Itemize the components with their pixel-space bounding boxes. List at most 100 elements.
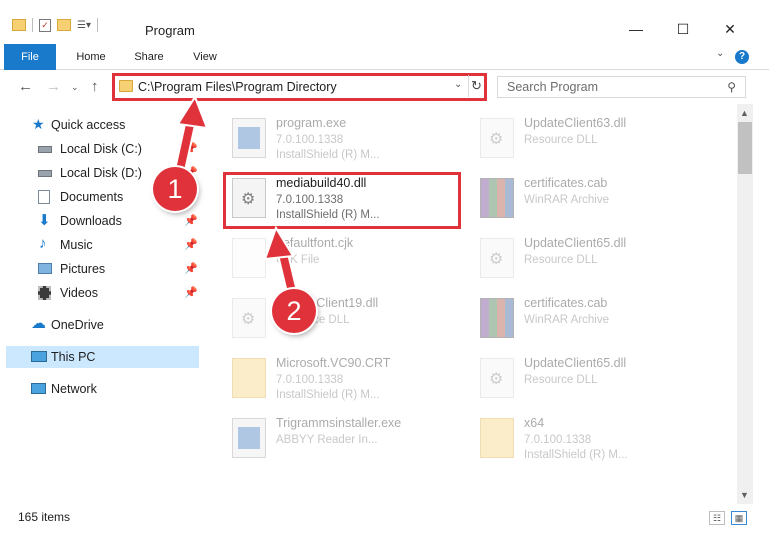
dll-file-icon [480,358,514,398]
file-tile[interactable]: defaultfont.cjk CJK File [226,234,476,290]
file-tile[interactable]: certificates.cab WinRAR Archive [474,294,724,350]
scroll-down-icon[interactable]: ▼ [740,490,749,500]
sidebar-item-label: Documents [60,190,124,204]
sidebar-item-onedrive[interactable]: ☁ OneDrive [0,314,200,336]
ribbon-tabs: File Home Share View ⌄ ? [0,44,769,70]
help-icon[interactable]: ? [735,50,749,64]
sidebar-item-local-disk-c[interactable]: Local Disk (C:) 📌 [0,138,200,160]
film-icon [38,286,51,300]
file-tile[interactable]: Trigrammsinstaller.exe ABBYY Reader In..… [226,414,476,470]
scrollbar-thumb[interactable] [738,122,752,174]
pictures-icon [38,263,52,274]
file-tile[interactable]: UpdateClient63.dll Resource DLL [474,114,724,170]
vertical-scrollbar[interactable]: ▲ ▼ [737,104,753,504]
cloud-icon: ☁ [31,315,46,332]
toolbar-divider [96,18,98,32]
sidebar-item-label: Music [60,238,93,252]
file-name: certificates.cab [524,176,608,190]
navigation-bar: ← → ⌄ ↑ C:\Program Files\Program Directo… [0,70,769,104]
folder-icon[interactable] [12,19,26,31]
quick-access-toolbar: ✓ ☰▾ [12,18,98,32]
file-detail: 7.0.100.1338 [276,134,344,146]
sidebar-item-label: Local Disk (C:) [60,142,142,156]
maximize-button[interactable]: ☐ [660,14,706,44]
tab-share[interactable]: Share [124,44,174,70]
navigation-pane: ★ Quick access Local Disk (C:) 📌 Local D… [0,104,200,504]
sidebar-item-label: Pictures [60,262,106,276]
sidebar-item-music[interactable]: ♪ Music 📌 [0,234,200,256]
sidebar-item-pictures[interactable]: Pictures 📌 [0,258,200,280]
new-folder-icon[interactable] [57,19,71,31]
music-note-icon: ♪ [39,235,47,252]
refresh-icon[interactable]: ↻ [468,75,484,97]
minimize-button[interactable]: — [613,14,659,44]
search-input[interactable] [498,77,718,97]
sidebar-item-network[interactable]: Network [0,378,200,400]
star-icon: ★ [32,116,45,132]
chevron-down-icon[interactable]: ⌄ [454,79,462,90]
file-tile[interactable]: Microsoft.VC90.CRT 7.0.100.1338 InstallS… [226,354,476,410]
exe-file-icon [232,418,266,458]
forward-arrow-icon[interactable]: → [46,78,61,95]
file-tile[interactable]: UpdateClient19.dll Resource DLL [226,294,476,350]
file-detail: ABBYY Reader In... [276,434,378,446]
dll-file-icon [480,238,514,278]
tab-file[interactable]: File [4,44,56,70]
sidebar-item-label: Downloads [60,214,122,228]
properties-icon[interactable]: ✓ [39,18,51,32]
search-box[interactable]: ⚲ [497,76,746,98]
address-bar[interactable]: C:\Program Files\Program Directory ⌄ ↻ [112,73,487,101]
file-tile[interactable]: UpdateClient65.dll Resource DLL [474,354,724,410]
step-2-badge: 2 [272,289,316,333]
file-name: program.exe [276,116,347,130]
large-icons-view-icon[interactable]: ▦ [731,511,747,525]
search-icon[interactable]: ⚲ [727,80,736,94]
sidebar-item-downloads[interactable]: ⬇ Downloads 📌 [0,210,200,232]
winrar-archive-icon [480,178,514,218]
details-view-icon[interactable]: ☷ [709,511,725,525]
sidebar-item-label: Local Disk (D:) [60,166,142,180]
highlight-box [223,172,461,229]
pin-icon[interactable]: 📌 [184,262,198,275]
tab-home[interactable]: Home [66,44,116,70]
folder-icon [119,80,133,92]
sidebar-item-label: Quick access [51,118,126,132]
file-icon [232,238,266,278]
file-detail: 7.0.100.1338 [524,434,592,446]
file-detail: InstallShield (R) M... [524,449,628,461]
computer-icon [31,351,47,362]
sidebar-item-label: Videos [60,286,98,300]
recent-locations-icon[interactable]: ⌄ [71,82,79,93]
file-tile[interactable]: certificates.cab WinRAR Archive [474,174,724,230]
sidebar-item-label: This PC [51,350,96,364]
file-detail: 7.0.100.1338 [276,374,344,386]
pin-icon[interactable]: 📌 [184,214,198,227]
file-name: x64 [524,416,545,430]
up-arrow-icon[interactable]: ↑ [91,78,99,95]
file-tile[interactable]: program.exe 7.0.100.1338 InstallShield (… [226,114,476,170]
customize-toolbar-icon[interactable]: ☰▾ [77,20,91,31]
scroll-up-icon[interactable]: ▲ [740,108,749,118]
sidebar-item-label: OneDrive [51,318,104,332]
file-tile[interactable]: x64 7.0.100.1338 InstallShield (R) M... [474,414,724,470]
pin-icon[interactable]: 📌 [184,286,198,299]
tab-view[interactable]: View [180,44,230,70]
pin-icon[interactable]: 📌 [184,238,198,251]
file-detail: Resource DLL [524,134,598,146]
sidebar-item-quick-access[interactable]: ★ Quick access [0,114,200,136]
winrar-archive-icon [480,298,514,338]
expand-ribbon-icon[interactable]: ⌄ [716,48,724,59]
title-bar: ✓ ☰▾ Program — ☐ ✕ [0,0,769,44]
file-detail: InstallShield (R) M... [276,149,380,161]
sidebar-item-this-pc[interactable]: This PC [6,346,199,368]
pin-icon[interactable]: 📌 [184,142,198,155]
sidebar-item-label: Network [51,382,97,396]
back-arrow-icon[interactable]: ← [18,78,33,95]
file-name: certificates.cab [524,296,608,310]
drive-icon [38,170,52,177]
file-name: Trigrammsinstaller.exe [276,416,402,430]
file-tile[interactable]: UpdateClient65.dll Resource DLL [474,234,724,290]
sidebar-item-videos[interactable]: Videos 📌 [0,282,200,304]
address-path[interactable]: C:\Program Files\Program Directory [138,80,337,94]
close-button[interactable]: ✕ [707,14,753,44]
